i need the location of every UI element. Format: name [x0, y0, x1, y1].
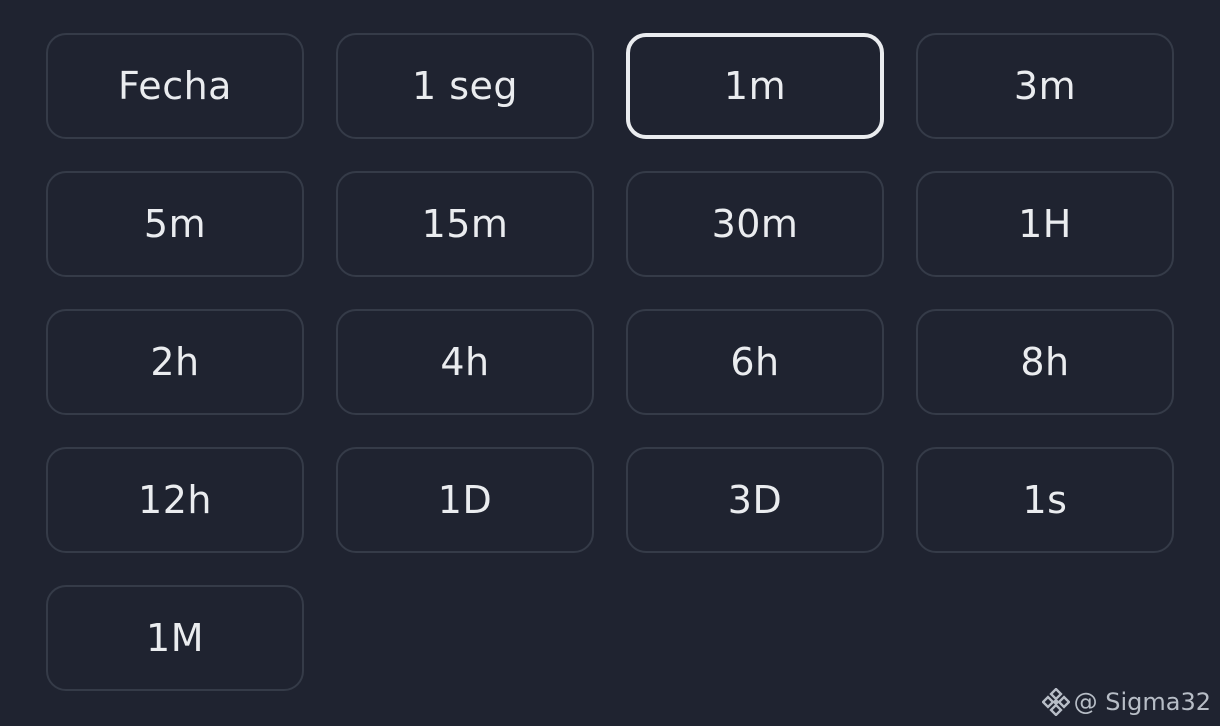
timeframe-button-15m[interactable]: 15m [336, 171, 594, 277]
timeframe-button-3m[interactable]: 3m [916, 33, 1174, 139]
timeframe-button-1-seg[interactable]: 1 seg [336, 33, 594, 139]
timeframe-button-3d[interactable]: 3D [626, 447, 884, 553]
binance-logo-icon [1041, 688, 1070, 716]
timeframe-button-4h[interactable]: 4h [336, 309, 594, 415]
timeframe-button-1-month[interactable]: 1M [46, 585, 304, 691]
timeframe-button-1d[interactable]: 1D [336, 447, 594, 553]
timeframe-button-2h[interactable]: 2h [46, 309, 304, 415]
timeframe-button-1h[interactable]: 1H [916, 171, 1174, 277]
watermark-text: @ Sigma32 [1073, 688, 1211, 716]
timeframe-button-12h[interactable]: 12h [46, 447, 304, 553]
timeframe-button-5m[interactable]: 5m [46, 171, 304, 277]
timeframe-button-6h[interactable]: 6h [626, 309, 884, 415]
timeframe-button-fecha[interactable]: Fecha [46, 33, 304, 139]
timeframe-grid: Fecha 1 seg 1m 3m 5m 15m 30m 1H 2h 4h 6h… [46, 33, 1174, 691]
timeframe-button-8h[interactable]: 8h [916, 309, 1174, 415]
timeframe-button-1m[interactable]: 1m [626, 33, 884, 139]
watermark: @ Sigma32 [1041, 688, 1211, 716]
timeframe-button-30m[interactable]: 30m [626, 171, 884, 277]
timeframe-button-1s[interactable]: 1s [916, 447, 1174, 553]
